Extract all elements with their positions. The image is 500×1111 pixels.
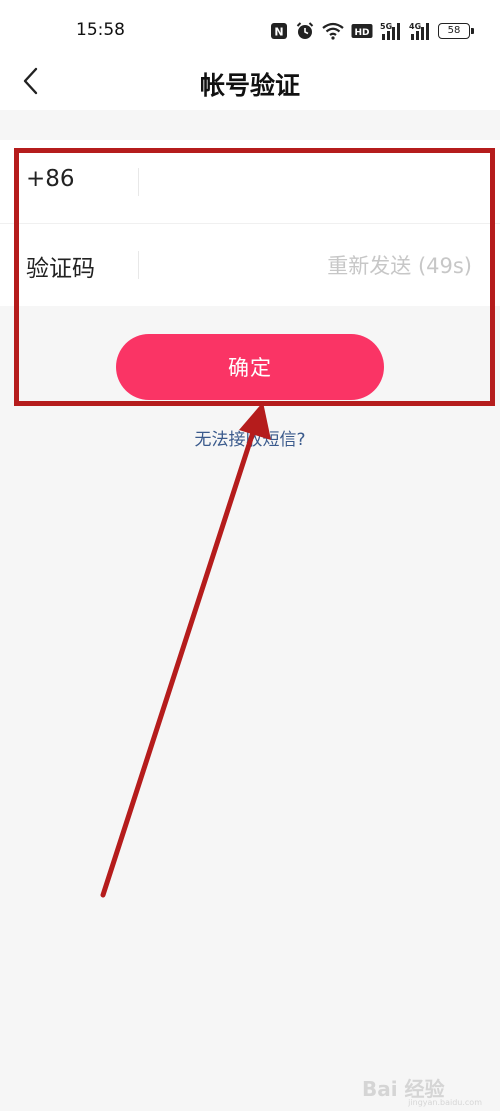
nfc-glyph: N <box>274 26 283 39</box>
cannot-receive-sms-link[interactable]: 无法接收短信? <box>0 425 500 450</box>
row-divider <box>138 168 139 196</box>
status-icons: N HD 5G 4G 58 <box>270 20 474 42</box>
top-gap <box>0 110 500 140</box>
watermark: Bai 经验 jingyan.baidu.com <box>362 1073 482 1107</box>
nfc-icon: N <box>270 21 288 41</box>
status-time: 15:58 <box>76 20 125 40</box>
signal-4g-label: 4G <box>409 22 421 31</box>
nav-bar: 帐号验证 <box>0 60 500 110</box>
page-title: 帐号验证 <box>199 71 300 100</box>
hd-glyph: HD <box>354 28 369 38</box>
confirm-button[interactable]: 确定 <box>116 334 384 400</box>
row-divider <box>138 251 139 279</box>
code-input[interactable] <box>152 247 306 285</box>
signal-5g-label: 5G <box>380 22 392 31</box>
country-code-label[interactable]: +86 <box>26 166 75 192</box>
phone-input[interactable] <box>152 164 476 202</box>
battery-level: 58 <box>438 23 474 39</box>
hd-icon: HD <box>351 21 373 41</box>
resend-button[interactable]: 重新发送 (49s) <box>327 250 472 280</box>
watermark-url: jingyan.baidu.com <box>408 1098 482 1107</box>
code-label: 验证码 <box>26 256 95 282</box>
phone-row: +86 <box>0 140 500 224</box>
form-card: +86 验证码 重新发送 (49s) <box>0 140 500 306</box>
alarm-icon <box>295 21 315 41</box>
battery-icon: 58 <box>438 21 474 41</box>
wifi-icon <box>322 21 344 41</box>
status-bar: 15:58 N HD 5G 4G 58 <box>0 0 500 60</box>
signal-4g-icon: 4G <box>409 21 431 41</box>
signal-5g-icon: 5G <box>380 21 402 41</box>
code-row: 验证码 重新发送 (49s) <box>0 223 500 306</box>
